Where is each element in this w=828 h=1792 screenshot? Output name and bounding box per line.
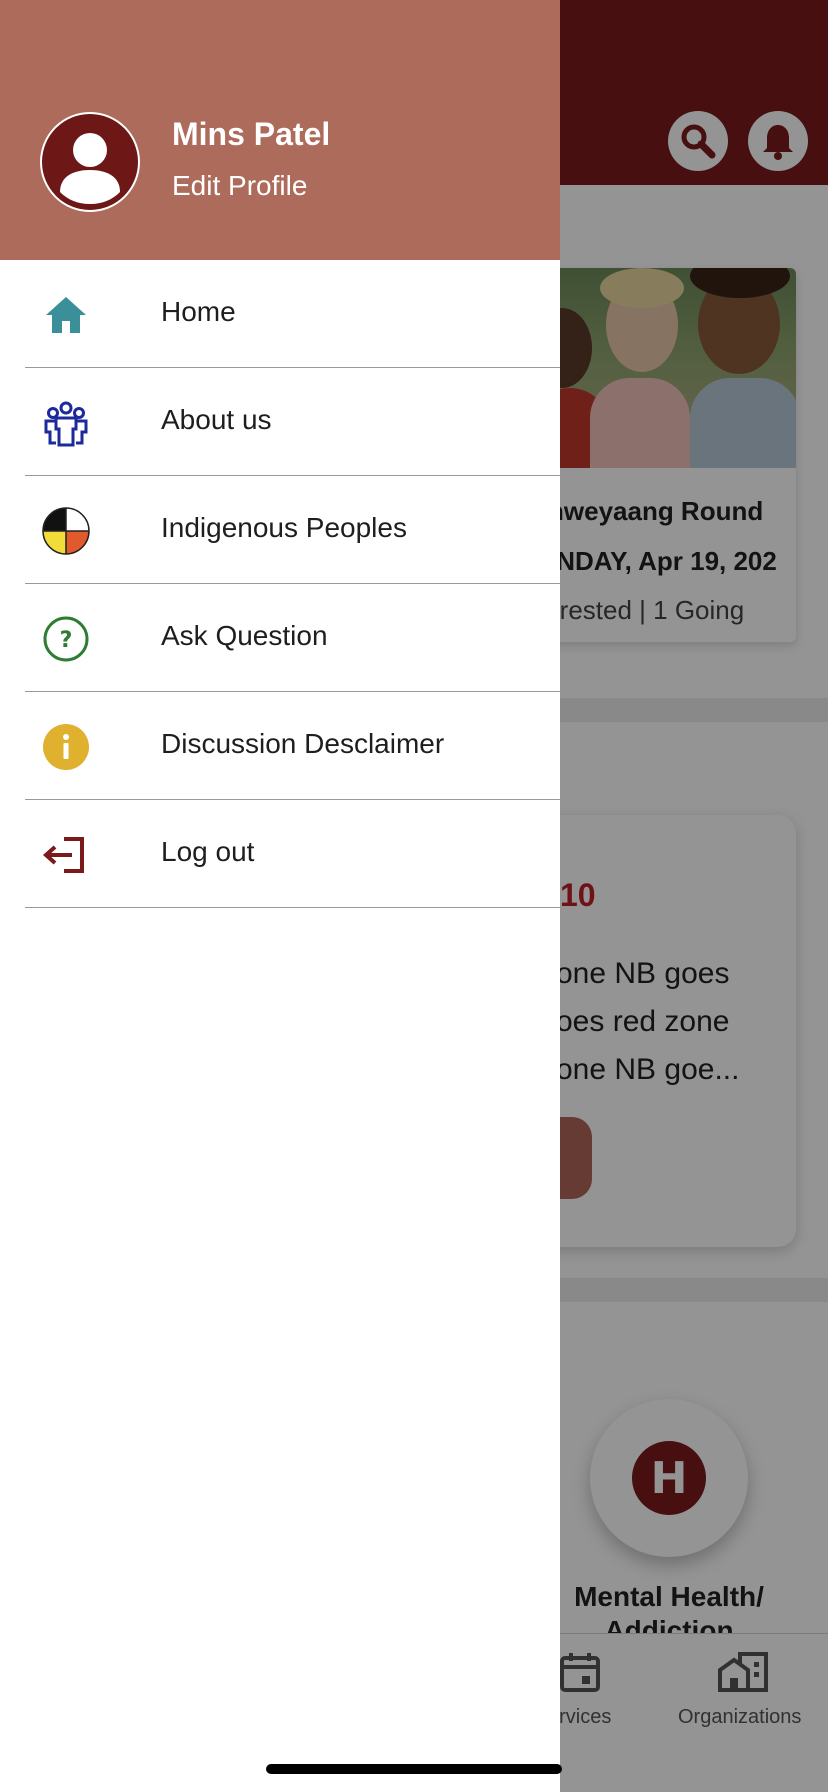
info-icon: [42, 723, 90, 771]
menu-item-indigenous-peoples[interactable]: Indigenous Peoples: [0, 476, 560, 584]
home-indicator[interactable]: [266, 1764, 562, 1774]
menu-label: Discussion Desclaimer: [161, 728, 445, 759]
menu-label: Log out: [161, 836, 255, 867]
home-icon: [42, 291, 90, 339]
user-name: Mins Patel: [172, 116, 331, 152]
menu-label: Ask Question: [161, 620, 328, 651]
avatar[interactable]: [40, 112, 140, 212]
navigation-drawer: Mins Patel Edit Profile Home About us In…: [0, 0, 560, 1792]
menu-item-about-us[interactable]: About us: [0, 368, 560, 476]
menu-label: Home: [161, 296, 236, 327]
drawer-menu: Home About us Indigenous Peoples ? Ask Q…: [0, 260, 560, 908]
menu-item-log-out[interactable]: Log out: [0, 800, 560, 908]
user-avatar-icon: [60, 133, 120, 204]
group-icon: [42, 399, 90, 447]
svg-text:?: ?: [60, 628, 73, 653]
question-circle-icon: ?: [42, 615, 90, 663]
menu-label: Indigenous Peoples: [161, 512, 407, 543]
menu-item-discussion-disclaimer[interactable]: Discussion Desclaimer: [0, 692, 560, 800]
drawer-header: Mins Patel Edit Profile: [0, 0, 560, 260]
edit-profile-link[interactable]: Edit Profile: [172, 170, 307, 202]
logout-icon: [42, 831, 90, 879]
menu-item-ask-question[interactable]: ? Ask Question: [0, 584, 560, 692]
menu-item-home[interactable]: Home: [0, 260, 560, 368]
menu-label: About us: [161, 404, 272, 435]
medicine-wheel-icon: [42, 507, 90, 555]
